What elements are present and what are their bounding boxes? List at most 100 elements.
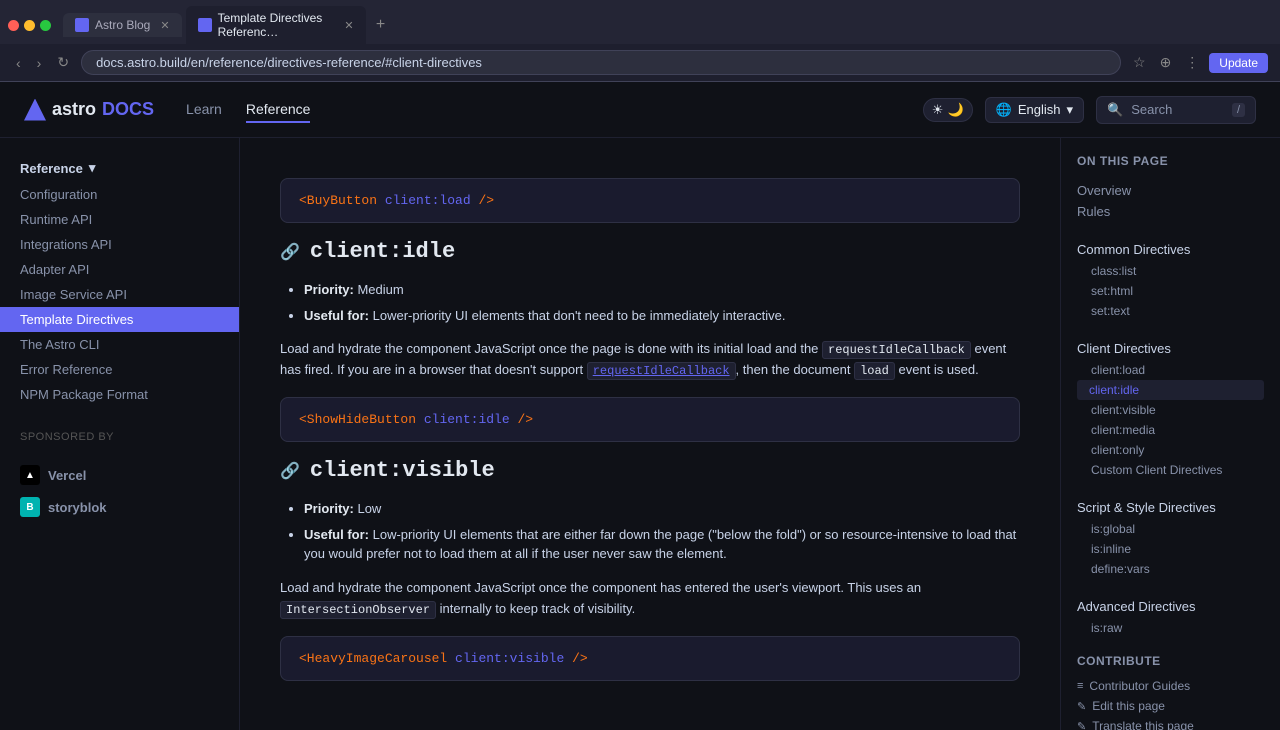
toc-client-media[interactable]: client:media bbox=[1077, 420, 1264, 440]
list-item-useful-for-visible: Useful for: Low-priority UI elements tha… bbox=[304, 525, 1020, 564]
nav-reference[interactable]: Reference bbox=[246, 97, 311, 123]
contributor-guides-link[interactable]: ≡ Contributor Guides bbox=[1077, 676, 1264, 696]
sidebar-item-template-directives[interactable]: Template Directives bbox=[0, 307, 239, 332]
toc-client-load[interactable]: client:load bbox=[1077, 360, 1264, 380]
tab-label-active: Template Directives Referenc… bbox=[218, 11, 335, 39]
anchor-icon-visible[interactable]: 🔗 bbox=[280, 461, 300, 481]
tab-bar: Astro Blog ✕ Template Directives Referen… bbox=[0, 0, 1280, 44]
toc-define-vars[interactable]: define:vars bbox=[1077, 559, 1264, 579]
tab-close-icon[interactable]: ✕ bbox=[160, 19, 169, 32]
toc-is-raw[interactable]: is:raw bbox=[1077, 618, 1264, 638]
chevron-down-icon: ▾ bbox=[1066, 102, 1073, 118]
sidebar-item-image-service-api[interactable]: Image Service API bbox=[0, 282, 239, 307]
tab-template-directives[interactable]: Template Directives Referenc… ✕ bbox=[186, 6, 366, 44]
sidebar-item-adapter-api[interactable]: Adapter API bbox=[0, 257, 239, 282]
forward-button[interactable]: › bbox=[33, 53, 46, 73]
back-button[interactable]: ‹ bbox=[12, 53, 25, 73]
language-selector[interactable]: 🌐 English ▾ bbox=[985, 97, 1084, 123]
tab-close-active-icon[interactable]: ✕ bbox=[344, 19, 353, 32]
sidebar-section-title: Reference bbox=[20, 161, 83, 176]
translate-icon: ✎ bbox=[1077, 720, 1086, 730]
update-button[interactable]: Update bbox=[1209, 53, 1268, 73]
toc-script-style-title[interactable]: Script & Style Directives bbox=[1077, 496, 1264, 519]
toc-custom-client-directives[interactable]: Custom Client Directives bbox=[1077, 460, 1264, 480]
address-bar: ‹ › ↻ docs.astro.build/en/reference/dire… bbox=[0, 44, 1280, 81]
sponsor-vercel[interactable]: ▲ Vercel bbox=[0, 459, 239, 491]
sun-icon: ☀ bbox=[932, 102, 944, 118]
anchor-icon-idle[interactable]: 🔗 bbox=[280, 242, 300, 262]
header-right: ☀ 🌙 🌐 English ▾ 🔍 Search / bbox=[923, 96, 1256, 124]
toc-set-html[interactable]: set:html bbox=[1077, 281, 1264, 301]
edit-page-link[interactable]: ✎ Edit this page bbox=[1077, 696, 1264, 716]
toc-common-directives-title[interactable]: Common Directives bbox=[1077, 238, 1264, 261]
toc-section-common: Common Directives class:list set:html se… bbox=[1077, 238, 1264, 321]
sidebar-item-runtime-api[interactable]: Runtime API bbox=[0, 207, 239, 232]
new-tab-button[interactable]: + bbox=[370, 14, 392, 36]
inline-code-intersection-observer: IntersectionObserver bbox=[280, 601, 436, 619]
minimize-traffic-light[interactable] bbox=[24, 20, 35, 31]
toc-client-directives-title[interactable]: Client Directives bbox=[1077, 337, 1264, 360]
nav-learn[interactable]: Learn bbox=[186, 97, 222, 123]
sidebar-item-configuration[interactable]: Configuration bbox=[0, 182, 239, 207]
sidebar-item-error-reference[interactable]: Error Reference bbox=[0, 357, 239, 382]
toc-client-visible[interactable]: client:visible bbox=[1077, 400, 1264, 420]
maximize-traffic-light[interactable] bbox=[40, 20, 51, 31]
translate-page-link[interactable]: ✎ Translate this page bbox=[1077, 716, 1264, 730]
contributor-guides-label: Contributor Guides bbox=[1089, 679, 1190, 693]
inline-code-link-request-idle[interactable]: requestIdleCallback bbox=[587, 362, 736, 380]
code-block-heavy-carousel: <HeavyImageCarousel client:visible /> bbox=[280, 636, 1020, 681]
toc-is-inline[interactable]: is:inline bbox=[1077, 539, 1264, 559]
close-traffic-light[interactable] bbox=[8, 20, 19, 31]
bookmark-icon[interactable]: ☆ bbox=[1129, 52, 1150, 73]
text-client-idle: Load and hydrate the component JavaScrip… bbox=[280, 339, 1020, 381]
search-bar[interactable]: 🔍 Search / bbox=[1096, 96, 1256, 124]
toc-section-advanced: Advanced Directives is:raw bbox=[1077, 595, 1264, 638]
text-client-visible: Load and hydrate the component JavaScrip… bbox=[280, 578, 1020, 620]
toc-section-script-style: Script & Style Directives is:global is:i… bbox=[1077, 496, 1264, 579]
extension-icon[interactable]: ⊕ bbox=[1156, 52, 1176, 73]
toc-set-text[interactable]: set:text bbox=[1077, 301, 1264, 321]
sidebar-item-integrations-api[interactable]: Integrations API bbox=[0, 232, 239, 257]
logo[interactable]: astro DOCS bbox=[24, 99, 154, 121]
traffic-lights bbox=[8, 20, 51, 31]
heading-client-idle: client:idle bbox=[310, 239, 455, 264]
toc-class-list[interactable]: class:list bbox=[1077, 261, 1264, 281]
list-item-useful-for-idle: Useful for: Lower-priority UI elements t… bbox=[304, 306, 1020, 326]
sidebar-item-npm-package-format[interactable]: NPM Package Format bbox=[0, 382, 239, 407]
sidebar-section-header[interactable]: Reference ▾ bbox=[0, 154, 239, 182]
toc-is-global[interactable]: is:global bbox=[1077, 519, 1264, 539]
toc-client-idle[interactable]: client:idle bbox=[1077, 380, 1264, 400]
right-sidebar: On this page Overview Rules Common Direc… bbox=[1060, 138, 1280, 730]
tab-astro-blog[interactable]: Astro Blog ✕ bbox=[63, 13, 182, 37]
content-area: <BuyButton client:load /> 🔗 client:idle … bbox=[240, 138, 1060, 730]
chevron-icon: ▾ bbox=[89, 160, 96, 176]
translate-page-label: Translate this page bbox=[1092, 719, 1194, 730]
toc-item-rules[interactable]: Rules bbox=[1077, 201, 1264, 222]
list-item-priority-visible: Priority: Low bbox=[304, 499, 1020, 519]
logo-icon bbox=[24, 99, 46, 121]
sidebar-section-reference: Reference ▾ Configuration Runtime API In… bbox=[0, 154, 239, 407]
main-layout: Reference ▾ Configuration Runtime API In… bbox=[0, 138, 1280, 730]
sponsor-vercel-label: Vercel bbox=[48, 468, 86, 483]
site-header: astro DOCS Learn Reference ☀ 🌙 🌐 English… bbox=[0, 82, 1280, 138]
toc-client-only[interactable]: client:only bbox=[1077, 440, 1264, 460]
toc-item-overview[interactable]: Overview bbox=[1077, 180, 1264, 201]
search-placeholder: Search bbox=[1131, 102, 1172, 117]
tab-favicon bbox=[75, 18, 89, 32]
globe-icon: 🌐 bbox=[996, 102, 1012, 118]
logo-docs: DOCS bbox=[102, 99, 154, 120]
menu-icon[interactable]: ⋮ bbox=[1181, 52, 1203, 73]
vercel-icon: ▲ bbox=[20, 465, 40, 485]
theme-toggle[interactable]: ☀ 🌙 bbox=[923, 98, 973, 122]
url-bar[interactable]: docs.astro.build/en/reference/directives… bbox=[81, 50, 1121, 75]
page-wrapper: astro DOCS Learn Reference ☀ 🌙 🌐 English… bbox=[0, 82, 1280, 730]
url-text: docs.astro.build/en/reference/directives… bbox=[96, 55, 482, 70]
refresh-button[interactable]: ↻ bbox=[53, 52, 73, 73]
toc-advanced-title[interactable]: Advanced Directives bbox=[1077, 595, 1264, 618]
toc-section-client: Client Directives client:load client:idl… bbox=[1077, 337, 1264, 480]
sponsor-storyblok[interactable]: B storyblok bbox=[0, 491, 239, 523]
contribute-section: Contribute ≡ Contributor Guides ✎ Edit t… bbox=[1077, 654, 1264, 730]
edit-page-label: Edit this page bbox=[1092, 699, 1165, 713]
sidebar-item-astro-cli[interactable]: The Astro CLI bbox=[0, 332, 239, 357]
tab-label: Astro Blog bbox=[95, 18, 150, 32]
